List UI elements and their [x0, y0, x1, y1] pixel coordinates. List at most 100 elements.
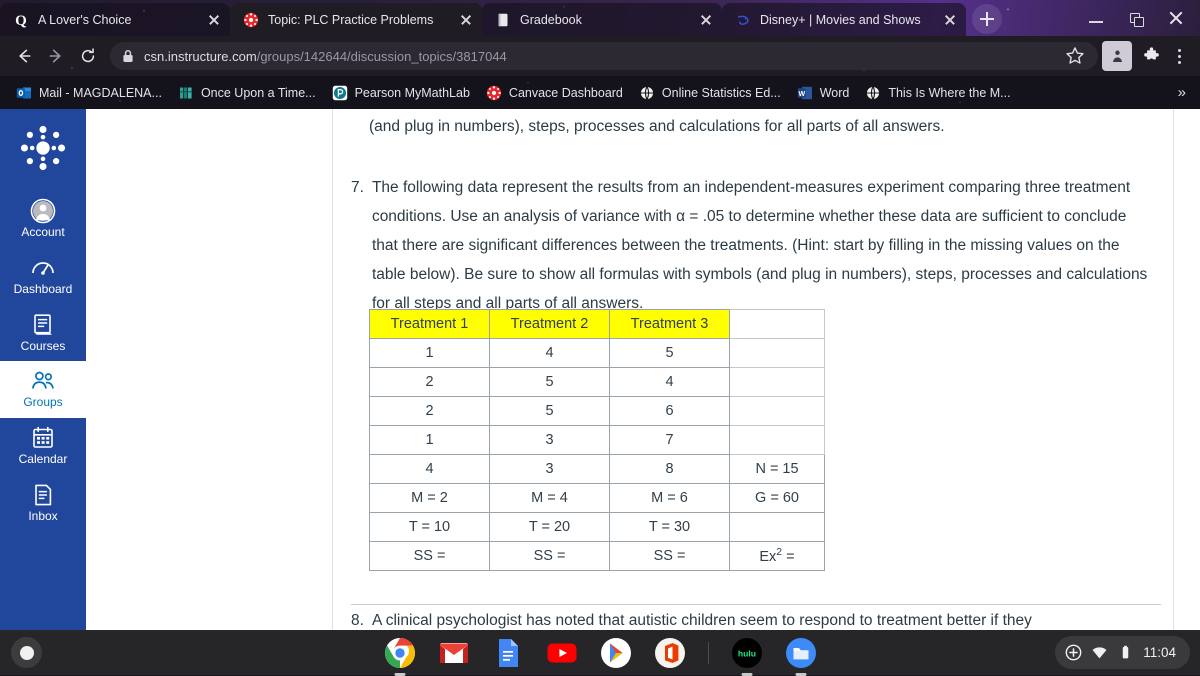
page-viewport: Account Dashboard Courses	[0, 109, 1200, 630]
bookmark-mail[interactable]: Mail - MAGDALENA...	[8, 82, 170, 104]
books-icon	[178, 85, 194, 101]
reload-button[interactable]	[72, 40, 104, 72]
url-text: csn.instructure.com/groups/142644/discus…	[144, 49, 507, 64]
forward-arrow-icon	[47, 47, 66, 66]
bookmark-label: Online Statistics Ed...	[662, 86, 781, 100]
table-cell	[730, 426, 825, 455]
table-row: 2 5 4	[370, 368, 825, 397]
window-close-button[interactable]	[1156, 0, 1196, 36]
sidebar-item-inbox[interactable]: Inbox	[0, 475, 86, 532]
browser-tab-3[interactable]: Gradebook	[482, 3, 722, 36]
tab-close-icon[interactable]	[696, 10, 716, 30]
table-cell: M = 6	[610, 484, 730, 513]
table-header-cell	[730, 310, 825, 339]
browser-tab-2[interactable]: Topic: PLC Practice Problems	[230, 3, 482, 36]
shelf-app-chrome[interactable]	[384, 637, 416, 669]
calendar-icon	[30, 425, 56, 451]
table-cell: G = 60	[730, 484, 825, 513]
table-row: SS = SS = SS = Ex2 =	[370, 542, 825, 571]
tab-close-icon[interactable]	[940, 10, 960, 30]
chromeos-shelf: hulu	[0, 630, 1200, 675]
office-icon	[654, 637, 686, 669]
table-cell: 3	[490, 426, 610, 455]
bookmark-online-statistics[interactable]: Online Statistics Ed...	[631, 82, 789, 104]
tab-close-icon[interactable]	[204, 10, 224, 30]
sidebar-item-label: Calendar	[19, 453, 68, 467]
browser-window: Q A Lover's Choice Topic: PLC Practice P…	[0, 0, 1200, 675]
shelf-app-gmail[interactable]	[438, 637, 470, 669]
table-cell: 2	[370, 368, 490, 397]
table-cell	[730, 513, 825, 542]
tab-close-icon[interactable]	[456, 10, 476, 30]
bookmark-word[interactable]: W Word	[789, 82, 858, 104]
app-running-indicator	[394, 673, 405, 676]
word-icon: W	[797, 85, 813, 101]
extensions-button[interactable]	[1136, 41, 1166, 71]
table-cell: 1	[370, 339, 490, 368]
sidebar-item-calendar[interactable]: Calendar	[0, 418, 86, 475]
new-tab-button[interactable]	[972, 4, 1002, 34]
sidebar-item-groups[interactable]: Groups	[0, 361, 86, 418]
window-maximize-button[interactable]	[1116, 0, 1156, 36]
bookmark-label: Once Upon a Time...	[201, 86, 316, 100]
table-row: 2 5 6	[370, 397, 825, 426]
globe-icon	[639, 85, 655, 101]
clock-time[interactable]: 11:04	[1143, 645, 1176, 660]
table-cell: 5	[490, 368, 610, 397]
tab-title: Topic: PLC Practice Problems	[268, 13, 443, 27]
add-icon[interactable]	[1065, 644, 1082, 661]
shelf-app-google-docs[interactable]	[492, 637, 524, 669]
disney-icon	[735, 12, 751, 28]
address-bar[interactable]: csn.instructure.com/groups/142644/discus…	[110, 42, 1098, 70]
bookmark-canvas-dashboard[interactable]: Canvace Dashboard	[478, 82, 631, 104]
shelf-app-hulu[interactable]: hulu	[731, 637, 763, 669]
app-running-indicator	[795, 673, 806, 676]
outlook-icon	[16, 85, 32, 101]
wifi-icon[interactable]	[1091, 644, 1108, 661]
group-people-icon	[30, 368, 56, 394]
sidebar-item-label: Courses	[21, 340, 66, 354]
book-icon	[495, 12, 511, 28]
browser-tab-4[interactable]: Disney+ | Movies and Shows	[722, 3, 966, 36]
person-icon	[1109, 48, 1126, 65]
back-button[interactable]	[8, 40, 40, 72]
omnibox-toolbar: csn.instructure.com/groups/142644/discus…	[0, 36, 1200, 76]
bookmarks-overflow-button[interactable]: »	[1172, 84, 1192, 101]
sidebar-item-account[interactable]: Account	[0, 191, 86, 248]
table-row: 1 3 7	[370, 426, 825, 455]
dashboard-gauge-icon	[30, 255, 56, 281]
sidebar-item-dashboard[interactable]: Dashboard	[0, 248, 86, 305]
tab-title: A Lover's Choice	[38, 13, 191, 27]
hulu-icon: hulu	[731, 637, 763, 669]
youtube-icon	[546, 637, 578, 669]
table-row: 4 3 8 N = 15	[370, 455, 825, 484]
window-minimize-button[interactable]	[1076, 0, 1116, 36]
table-cell: 7	[610, 426, 730, 455]
question-text: The following data represent the results…	[372, 173, 1151, 318]
pearson-icon	[332, 85, 348, 101]
bookmark-pearson-mymathlab[interactable]: Pearson MyMathLab	[324, 82, 478, 104]
shelf-app-youtube[interactable]	[546, 637, 578, 669]
bookmark-this-is-where[interactable]: This Is Where the M...	[857, 82, 1018, 104]
profile-extension-button[interactable]	[1102, 41, 1132, 71]
shelf-app-files[interactable]	[785, 637, 817, 669]
bookmark-star-icon[interactable]	[1064, 45, 1086, 67]
shelf-app-office[interactable]	[654, 637, 686, 669]
status-tray[interactable]: 11:04	[1055, 636, 1190, 669]
sidebar-item-courses[interactable]: Courses	[0, 305, 86, 362]
bookmark-once-upon-a-time[interactable]: Once Upon a Time...	[170, 82, 324, 104]
browser-tab-1[interactable]: Q A Lover's Choice	[0, 3, 230, 36]
back-arrow-icon	[15, 47, 34, 66]
shelf-app-play-store[interactable]	[600, 637, 632, 669]
forward-button[interactable]	[40, 40, 72, 72]
tab-title: Gradebook	[520, 13, 683, 27]
canvas-global-navigation: Account Dashboard Courses	[0, 109, 86, 630]
chrome-icon	[384, 637, 416, 669]
table-header-row: Treatment 1 Treatment 2 Treatment 3	[370, 310, 825, 339]
globe-icon	[865, 85, 881, 101]
battery-icon[interactable]	[1117, 644, 1134, 661]
table-cell: N = 15	[730, 455, 825, 484]
table-cell: 4	[490, 339, 610, 368]
question-text: A clinical psychologist has noted that a…	[372, 609, 1161, 630]
chrome-menu-button[interactable]	[1166, 41, 1192, 71]
